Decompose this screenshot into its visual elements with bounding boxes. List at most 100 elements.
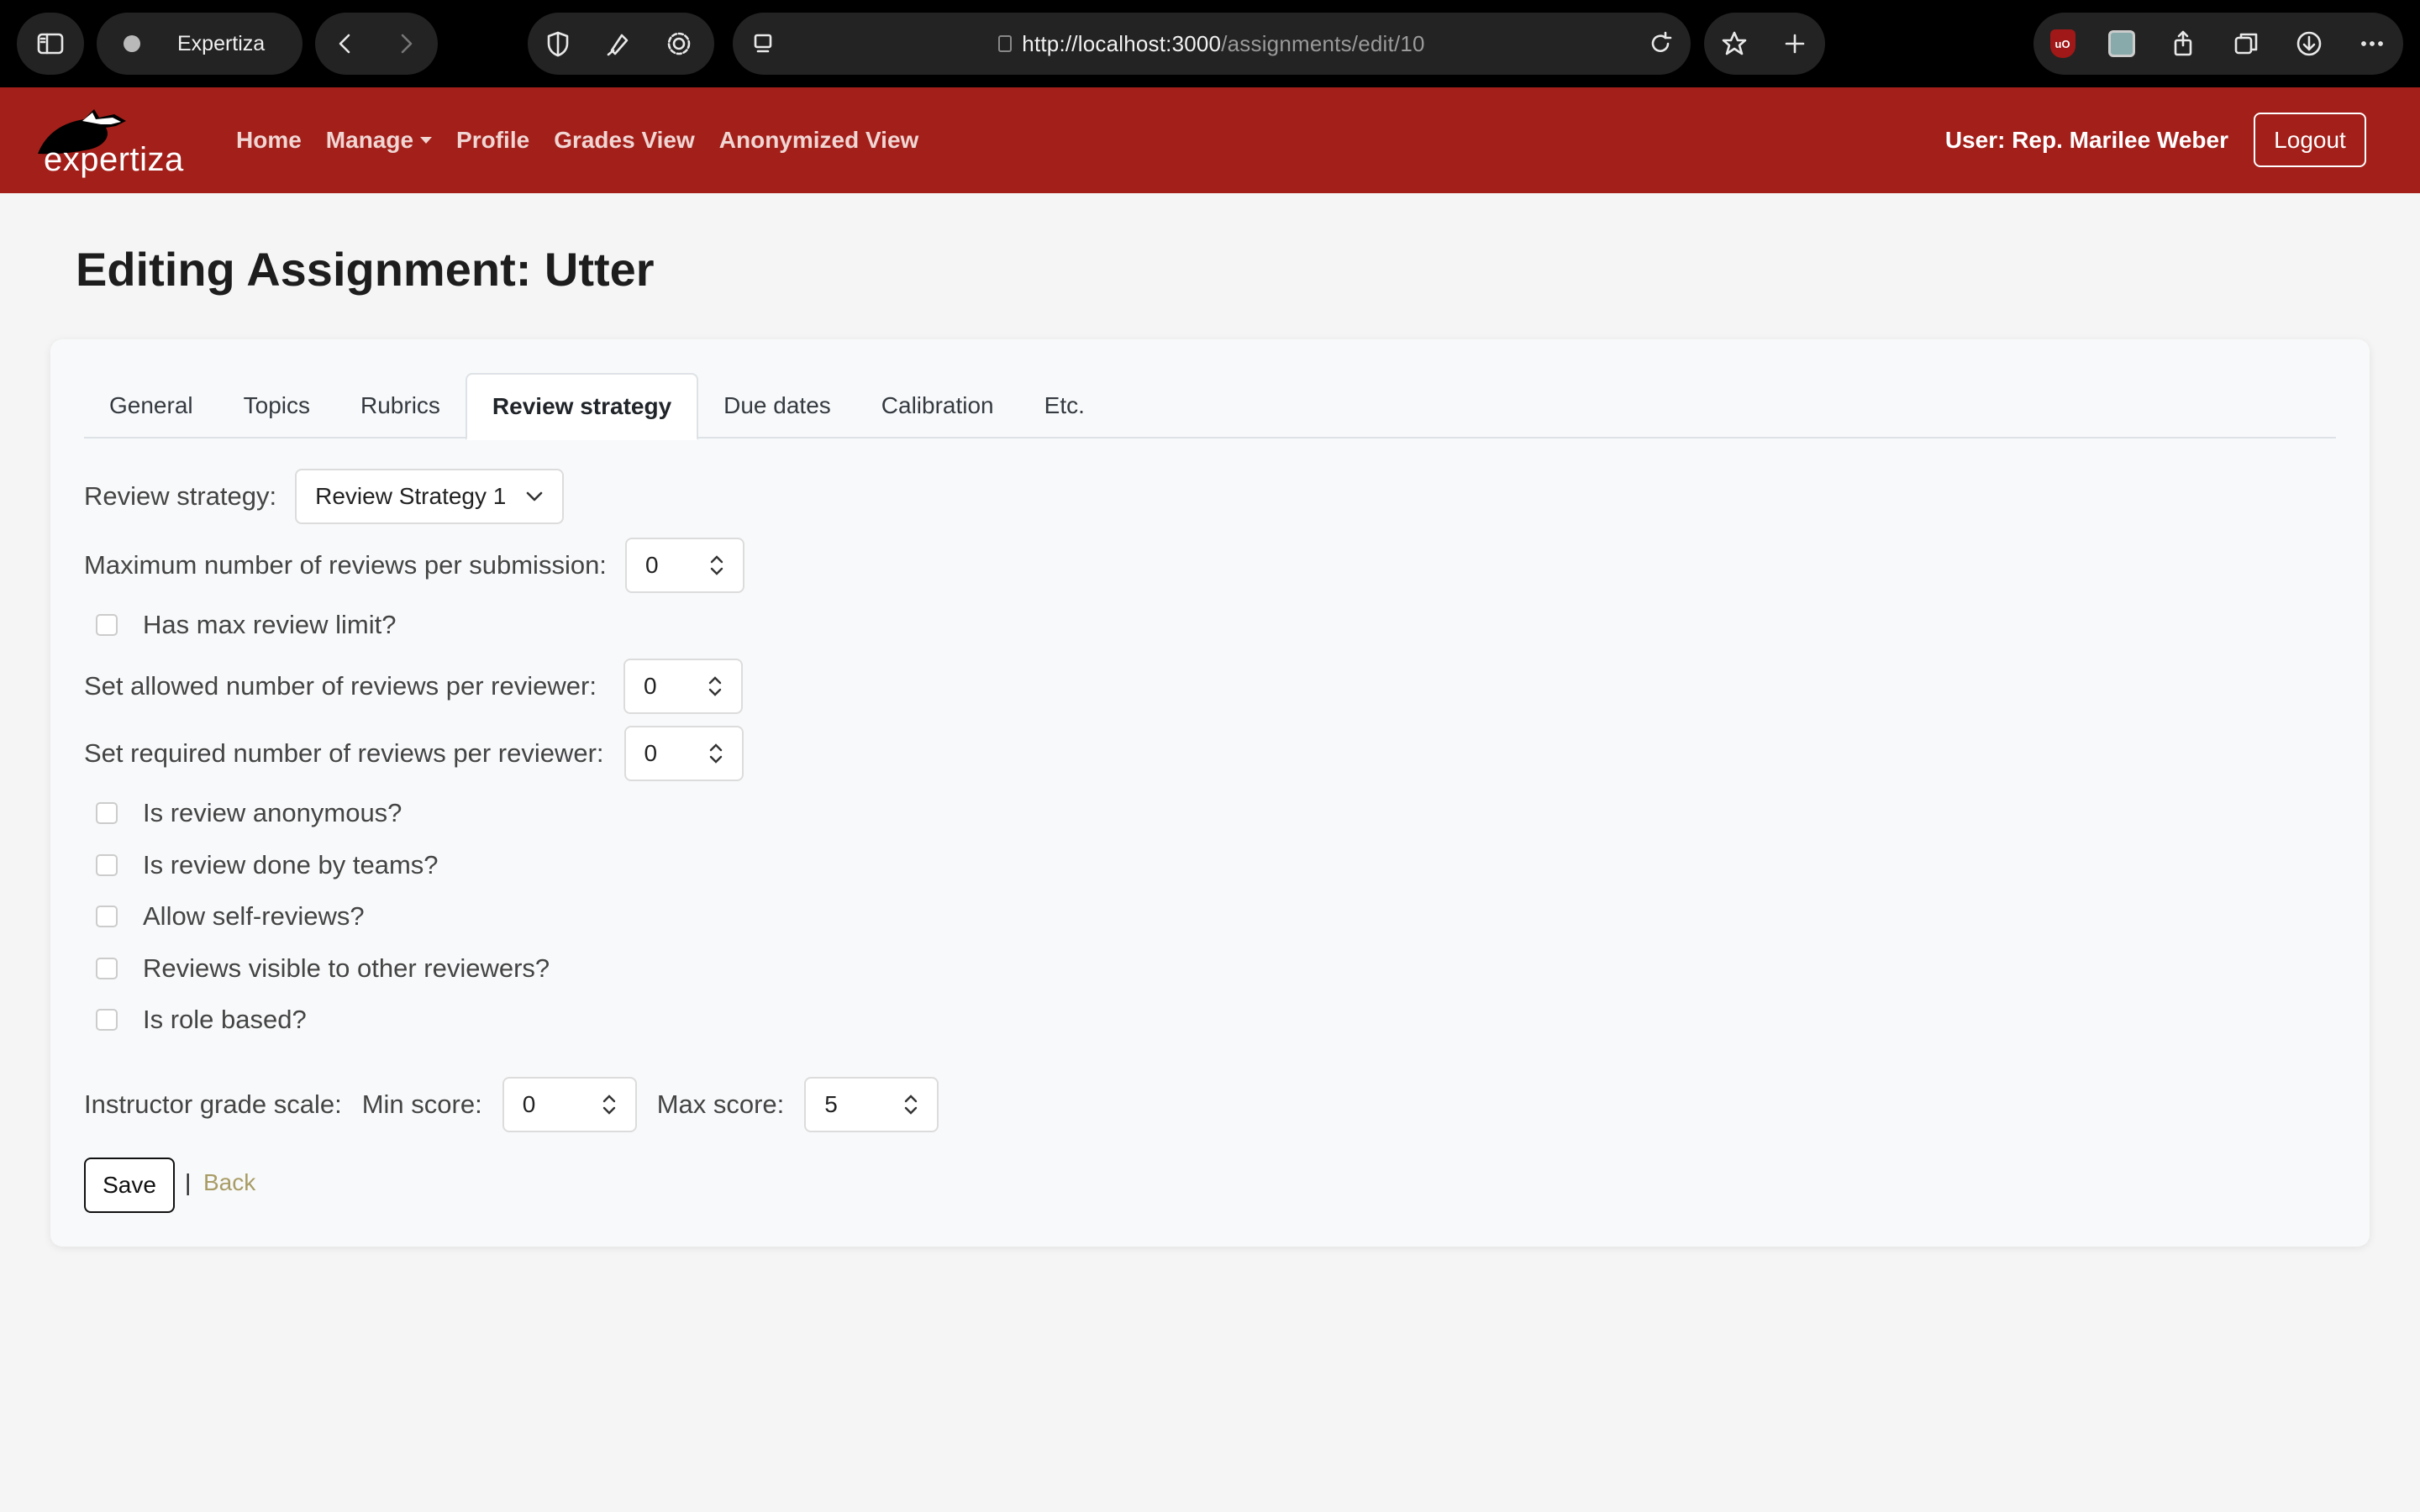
chevron-left-icon xyxy=(339,34,350,54)
back-link[interactable]: Back xyxy=(203,1169,255,1196)
extension-icon[interactable] xyxy=(2091,13,2151,75)
allowed-reviews-label: Set allowed number of reviews per review… xyxy=(84,671,597,701)
required-reviews-label: Set required number of reviews per revie… xyxy=(84,738,604,768)
save-button[interactable]: Save xyxy=(84,1158,175,1213)
tab-etc[interactable]: Etc. xyxy=(1019,373,1110,438)
tab-due-dates[interactable]: Due dates xyxy=(698,373,856,438)
tab-topics[interactable]: Topics xyxy=(218,373,335,438)
url-text: http://localhost:3000/assignments/edit/1… xyxy=(1022,30,1425,56)
sidebar-toggle-button[interactable] xyxy=(17,13,84,75)
min-score-label: Min score: xyxy=(361,1089,482,1119)
grade-scale-row: Instructor grade scale: Min score: 0 Max… xyxy=(84,1077,939,1132)
tabs-overview-icon[interactable] xyxy=(2214,13,2277,75)
shield-icon[interactable] xyxy=(528,13,588,75)
max-score-label: Max score: xyxy=(656,1089,785,1119)
review-by-teams-label: Is review done by teams? xyxy=(143,850,439,879)
required-reviews-value: 0 xyxy=(644,740,658,766)
download-icon[interactable] xyxy=(2277,13,2340,75)
sidebar-icon xyxy=(17,13,84,75)
logout-button[interactable]: Logout xyxy=(2254,113,2366,167)
reviews-visible-checkbox[interactable] xyxy=(96,958,118,979)
link-separator: | xyxy=(185,1169,192,1195)
has-max-review-limit-row: Has max review limit? xyxy=(96,610,396,640)
stepper-icon[interactable] xyxy=(709,552,724,579)
allowed-reviews-row: Set allowed number of reviews per review… xyxy=(84,659,743,714)
reader-icon[interactable] xyxy=(733,13,793,75)
nav-manage-label: Manage xyxy=(325,127,414,153)
tab-favicon-icon xyxy=(124,35,140,52)
self-reviews-checkbox[interactable] xyxy=(96,906,118,927)
bookmark-group xyxy=(1704,13,1825,75)
page-title: Editing Assignment: Utter xyxy=(76,243,655,296)
chevron-right-icon xyxy=(401,34,413,54)
min-score-input[interactable]: 0 xyxy=(502,1077,637,1132)
review-by-teams-checkbox[interactable] xyxy=(96,854,118,876)
new-tab-icon[interactable] xyxy=(1765,13,1825,75)
has-max-review-limit-label: Has max review limit? xyxy=(143,610,397,639)
role-based-checkbox[interactable] xyxy=(96,1009,118,1031)
logo-text: expertiza xyxy=(44,141,184,178)
star-icon[interactable] xyxy=(1704,13,1765,75)
stepper-icon[interactable] xyxy=(903,1091,918,1118)
max-reviews-value: 0 xyxy=(644,552,659,578)
tab-rubrics[interactable]: Rubrics xyxy=(335,373,466,438)
review-by-teams-row: Is review done by teams? xyxy=(96,850,439,880)
tab-calibration[interactable]: Calibration xyxy=(856,373,1019,438)
max-score-input[interactable]: 5 xyxy=(804,1077,939,1132)
review-anonymous-checkbox[interactable] xyxy=(96,802,118,824)
nav-manage[interactable]: Manage xyxy=(325,127,433,154)
lock-icon xyxy=(998,35,1013,52)
back-button[interactable] xyxy=(315,13,376,75)
required-reviews-row: Set required number of reviews per revie… xyxy=(84,726,744,781)
pen-tool-icon[interactable] xyxy=(588,13,649,75)
review-anonymous-label: Is review anonymous? xyxy=(143,798,402,827)
allowed-reviews-input[interactable]: 0 xyxy=(623,659,743,714)
forward-button[interactable] xyxy=(376,13,436,75)
required-reviews-input[interactable]: 0 xyxy=(623,726,744,781)
gear-icon[interactable] xyxy=(649,13,709,75)
role-based-row: Is role based? xyxy=(96,1005,307,1035)
grade-scale-label: Instructor grade scale: xyxy=(84,1089,342,1119)
review-strategy-label: Review strategy: xyxy=(84,481,277,511)
browser-toolbar: Expertiza http://localhost:3000/assignme… xyxy=(0,0,2420,87)
review-strategy-row: Review strategy: Review Strategy 1 xyxy=(84,469,565,524)
reload-button[interactable] xyxy=(1630,13,1691,75)
ublock-icon[interactable]: uO xyxy=(2033,13,2091,75)
stepper-icon[interactable] xyxy=(602,1091,617,1118)
review-strategy-value: Review Strategy 1 xyxy=(315,483,507,509)
nav-anonymized-view[interactable]: Anonymized View xyxy=(719,127,919,154)
stepper-icon[interactable] xyxy=(708,673,723,700)
expertiza-logo[interactable]: expertiza xyxy=(34,108,185,178)
min-score-value: 0 xyxy=(522,1091,536,1117)
max-reviews-row: Maximum number of reviews per submission… xyxy=(84,538,744,593)
review-strategy-select[interactable]: Review Strategy 1 xyxy=(295,469,565,524)
toolbar-actions: uO xyxy=(2033,13,2403,75)
assignment-tabs: General Topics Rubrics Review strategy D… xyxy=(84,373,2336,440)
max-score-value: 5 xyxy=(824,1091,838,1117)
reload-icon xyxy=(1651,31,1672,52)
tab-general[interactable]: General xyxy=(84,373,218,438)
reviews-visible-row: Reviews visible to other reviewers? xyxy=(96,953,550,984)
app-navbar: expertiza Home Manage Profile Grades Vie… xyxy=(0,87,2420,193)
caret-down-icon xyxy=(420,137,433,144)
chevron-down-icon xyxy=(526,491,543,501)
browser-tab[interactable]: Expertiza xyxy=(97,13,302,75)
max-reviews-input[interactable]: 0 xyxy=(624,538,744,593)
nav-grades-view[interactable]: Grades View xyxy=(554,127,695,154)
reviews-visible-label: Reviews visible to other reviewers? xyxy=(143,953,550,983)
address-bar[interactable]: http://localhost:3000/assignments/edit/1… xyxy=(733,13,1691,75)
tab-review-strategy[interactable]: Review strategy xyxy=(465,373,699,440)
tab-title: Expertiza xyxy=(177,31,266,55)
nav-home[interactable]: Home xyxy=(236,127,302,154)
stepper-icon[interactable] xyxy=(708,740,723,767)
nav-links: Home Manage Profile Grades View Anonymiz… xyxy=(236,87,943,193)
nav-profile[interactable]: Profile xyxy=(456,127,529,154)
review-anonymous-row: Is review anonymous? xyxy=(96,798,402,828)
self-reviews-row: Allow self-reviews? xyxy=(96,901,365,932)
more-icon[interactable] xyxy=(2340,13,2403,75)
role-based-label: Is role based? xyxy=(143,1005,307,1034)
has-max-review-limit-checkbox[interactable] xyxy=(96,614,118,636)
assignment-edit-card: General Topics Rubrics Review strategy D… xyxy=(50,339,2370,1247)
allowed-reviews-value: 0 xyxy=(643,673,657,699)
share-icon[interactable] xyxy=(2151,13,2214,75)
